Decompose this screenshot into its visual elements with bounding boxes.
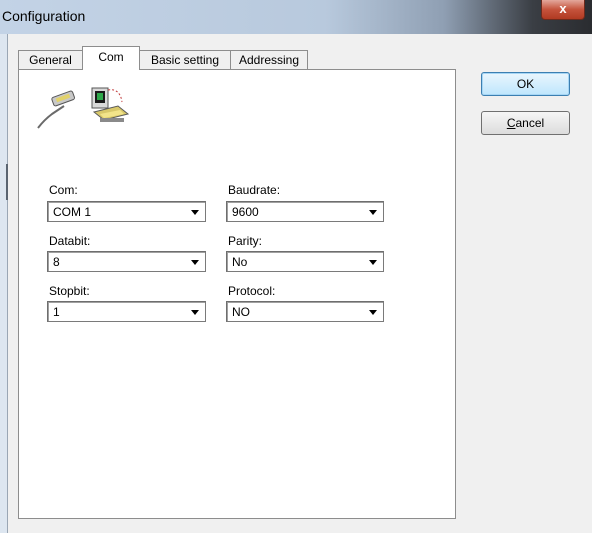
close-icon: x — [559, 1, 567, 16]
parity-value: No — [232, 255, 248, 269]
tab-com-label: Com — [98, 50, 124, 64]
databit-value: 8 — [53, 255, 60, 269]
chevron-down-icon — [369, 260, 377, 265]
tab-basic-setting[interactable]: Basic setting — [139, 50, 231, 69]
tab-general[interactable]: General — [18, 50, 83, 69]
protocol-select[interactable]: NO — [226, 301, 384, 322]
stopbit-label: Stopbit: — [49, 284, 90, 298]
cancel-button-label: ancel — [515, 116, 545, 130]
serial-cable-computer-icon — [37, 87, 130, 129]
baudrate-label: Baudrate: — [228, 183, 281, 197]
tab-general-label: General — [29, 53, 72, 67]
databit-select[interactable]: 8 — [47, 251, 206, 272]
baudrate-select[interactable]: 9600 — [226, 201, 384, 222]
window-frame-left — [0, 34, 8, 533]
window-title: Configuration — [2, 8, 86, 24]
close-button[interactable]: x — [541, 0, 585, 20]
chevron-down-icon — [369, 310, 377, 315]
com-value: COM 1 — [53, 205, 92, 219]
chevron-down-icon — [191, 210, 199, 215]
tab-addressing[interactable]: Addressing — [230, 50, 308, 69]
stopbit-select[interactable]: 1 — [47, 301, 206, 322]
parity-label: Parity: — [228, 234, 263, 248]
com-label: Com: — [49, 183, 78, 197]
chevron-down-icon — [191, 310, 199, 315]
parity-select[interactable]: No — [226, 251, 384, 272]
chevron-down-icon — [191, 260, 199, 265]
title-bar: Configuration x — [0, 0, 592, 34]
protocol-value: NO — [232, 305, 250, 319]
ok-button-label: OK — [516, 77, 535, 91]
com-select[interactable]: COM 1 — [47, 201, 206, 222]
frame-edge — [7, 34, 8, 533]
tab-com[interactable]: Com — [82, 46, 140, 70]
cancel-button[interactable]: Cancel — [481, 111, 570, 135]
baudrate-value: 9600 — [232, 205, 259, 219]
chevron-down-icon — [369, 210, 377, 215]
tab-addressing-label: Addressing — [238, 53, 300, 67]
frame-resize-mark — [6, 164, 8, 200]
databit-label: Databit: — [49, 234, 91, 248]
ok-button[interactable]: OK — [481, 72, 570, 96]
stopbit-value: 1 — [53, 305, 60, 319]
tab-basic-setting-label: Basic setting — [150, 53, 220, 67]
protocol-label: Protocol: — [228, 284, 276, 298]
